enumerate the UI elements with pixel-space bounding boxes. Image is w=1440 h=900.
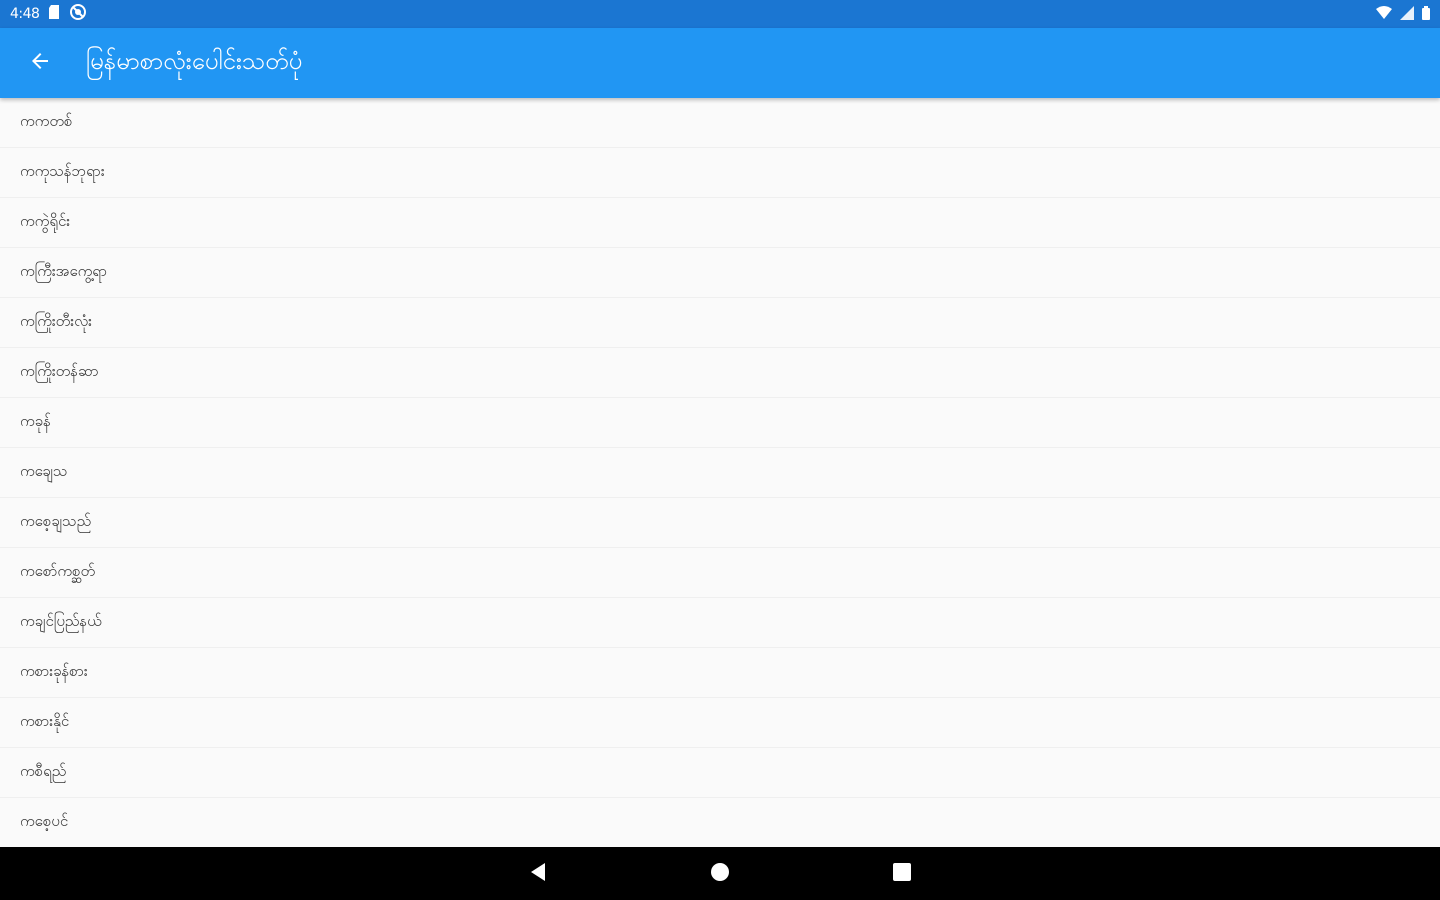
list-item[interactable]: ကစားနိုင် (0, 698, 1440, 748)
list-item[interactable]: ကကြိုးတီးလုံး (0, 298, 1440, 348)
nav-back-button[interactable] (447, 847, 629, 900)
recents-square-icon (893, 862, 911, 885)
list-item[interactable]: ကချင်ပြည်နယ် (0, 598, 1440, 648)
list-item[interactable]: ကခုန် (0, 398, 1440, 448)
word-list: ကကတစ် ကကုသန်ဘုရား ကကွဲရိုင်း ကကြီးအကွေ့ရ… (0, 98, 1440, 847)
back-triangle-icon (529, 862, 547, 886)
sd-card-icon (47, 4, 61, 24)
list-item[interactable]: ကစော်ကစ္ဆတ် (0, 548, 1440, 598)
wifi-icon (1376, 5, 1392, 24)
list-item[interactable]: ကစေ့ပင် (0, 798, 1440, 847)
list-item[interactable]: ကကြီးအကွေ့ရာ (0, 248, 1440, 298)
app-bar: မြန်မာစာလုံးပေါင်းသတ်ပုံ (0, 28, 1440, 98)
list-item[interactable]: ကစေ့ချသည် (0, 498, 1440, 548)
navigation-bar (0, 847, 1440, 900)
cell-signal-icon (1400, 5, 1414, 24)
battery-icon (1422, 5, 1430, 24)
list-item[interactable]: ကစားခုန်စား (0, 648, 1440, 698)
list-item[interactable]: ကကုသန်ဘုရား (0, 148, 1440, 198)
back-button[interactable] (12, 35, 68, 91)
nav-home-button[interactable] (629, 847, 811, 900)
list-item[interactable]: ကချေသ (0, 448, 1440, 498)
home-circle-icon (710, 862, 730, 886)
list-item[interactable]: ကကတစ် (0, 98, 1440, 148)
app-title: မြန်မာစာလုံးပေါင်းသတ်ပုံ (86, 47, 303, 75)
list-item[interactable]: ကကွဲရိုင်း (0, 198, 1440, 248)
nav-recents-button[interactable] (811, 847, 993, 900)
status-right (1376, 5, 1430, 24)
status-time: 4:48 (10, 6, 40, 22)
status-left: 4:48 (10, 3, 87, 25)
list-item[interactable]: ကစီရည် (0, 748, 1440, 798)
list-item[interactable]: ကကြိုးတန်ဆာ (0, 348, 1440, 398)
sync-off-icon (69, 3, 87, 25)
status-bar: 4:48 (0, 0, 1440, 28)
arrow-back-icon (28, 49, 52, 77)
